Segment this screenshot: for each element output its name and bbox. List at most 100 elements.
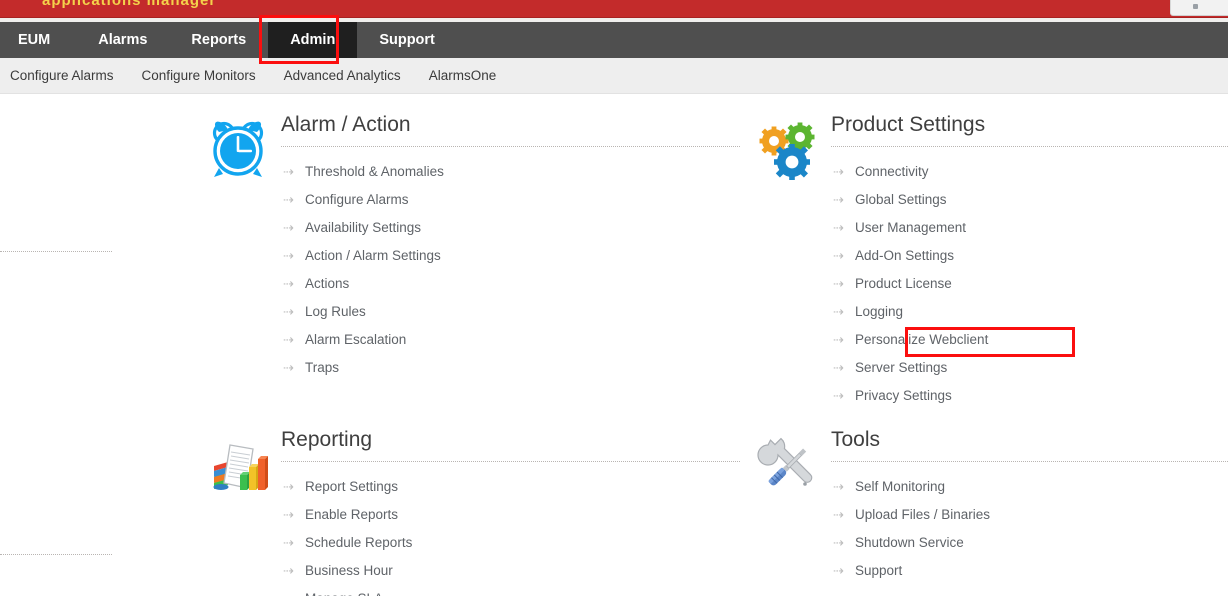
panel-title-alarm-action: Alarm / Action — [281, 113, 411, 136]
subnav-item-configure-monitors[interactable]: Configure Monitors — [128, 68, 270, 83]
admin-home-content: Alarm / Action ⇢ Threshold & Anomalies ⇢… — [0, 94, 1228, 596]
nav-item-label: Alarms — [98, 32, 148, 48]
tools-body: Tools ⇢ Self Monitoring ⇢ Upload Files /… — [831, 425, 1228, 584]
arrow-bullet-icon: ⇢ — [833, 359, 844, 375]
subnav-item-advanced-analytics[interactable]: Advanced Analytics — [270, 68, 415, 83]
nav-item-label: Reports — [191, 32, 247, 48]
link-global-settings[interactable]: ⇢ Global Settings — [831, 185, 1228, 213]
tools-link-list: ⇢ Self Monitoring ⇢ Upload Files / Binar… — [831, 466, 1228, 584]
arrow-bullet-icon: ⇢ — [833, 562, 844, 578]
link-user-management[interactable]: ⇢ User Management — [831, 213, 1228, 241]
link-personalize-webclient[interactable]: ⇢ Personalize Webclient — [831, 325, 1228, 353]
link-label: Self Monitoring — [855, 478, 946, 494]
panel-alarm-action: Alarm / Action ⇢ Threshold & Anomalies ⇢… — [0, 110, 740, 409]
alarm-action-link-list: ⇢ Threshold & Anomalies ⇢ Configure Alar… — [281, 151, 740, 381]
link-label: Alarm Escalation — [305, 331, 407, 347]
panel-divider — [831, 461, 1228, 462]
subnav-item-label: AlarmsOne — [428, 68, 497, 83]
link-label: Action / Alarm Settings — [305, 247, 441, 263]
arrow-bullet-icon: ⇢ — [833, 191, 844, 207]
browser-corner-panel — [1170, 0, 1228, 16]
arrow-bullet-icon: ⇢ — [283, 506, 294, 522]
link-report-settings[interactable]: ⇢ Report Settings — [281, 472, 740, 500]
alarm-clock-icon — [205, 118, 281, 190]
panel-tools: Tools ⇢ Self Monitoring ⇢ Upload Files /… — [740, 425, 1228, 596]
link-label: Personalize Webclient — [855, 331, 989, 347]
link-threshold-anomalies[interactable]: ⇢ Threshold & Anomalies — [281, 157, 740, 185]
link-schedule-reports[interactable]: ⇢ Schedule Reports — [281, 528, 740, 556]
arrow-bullet-icon: ⇢ — [283, 359, 294, 375]
nav-item-label: EUM — [18, 32, 51, 48]
link-logging[interactable]: ⇢ Logging — [831, 297, 1228, 325]
nav-item-admin[interactable]: Admin — [268, 22, 358, 58]
arrow-bullet-icon: ⇢ — [283, 191, 294, 207]
nav-item-label: Admin — [290, 32, 336, 48]
link-label: User Management — [855, 219, 967, 235]
link-log-rules[interactable]: ⇢ Log Rules — [281, 297, 740, 325]
nav-item-reports[interactable]: Reports — [169, 22, 268, 58]
brand-bar: applications manager — [0, 0, 1228, 18]
subnav-item-configure-alarms[interactable]: Configure Alarms — [0, 68, 128, 83]
link-upload-files-binaries[interactable]: ⇢ Upload Files / Binaries — [831, 500, 1228, 528]
link-product-license[interactable]: ⇢ Product License — [831, 269, 1228, 297]
link-label: Enable Reports — [305, 506, 399, 522]
link-action-alarm-settings[interactable]: ⇢ Action / Alarm Settings — [281, 241, 740, 269]
product-logo-text: applications manager — [42, 0, 217, 9]
panel-row-bottom: Reporting ⇢ Report Settings ⇢ Enable Rep… — [0, 425, 1228, 596]
link-label: Report Settings — [305, 478, 399, 494]
product-settings-body: Product Settings ⇢ Connectivity ⇢ Global… — [831, 110, 1228, 409]
panel-reporting: Reporting ⇢ Report Settings ⇢ Enable Rep… — [0, 425, 740, 596]
subnav-item-label: Configure Monitors — [141, 68, 256, 83]
arrow-bullet-icon: ⇢ — [283, 534, 294, 550]
link-alarm-escalation[interactable]: ⇢ Alarm Escalation — [281, 325, 740, 353]
panel-row-top: Alarm / Action ⇢ Threshold & Anomalies ⇢… — [0, 110, 1228, 409]
link-business-hour[interactable]: ⇢ Business Hour — [281, 556, 740, 584]
arrow-bullet-icon: ⇢ — [833, 247, 844, 263]
link-label: Connectivity — [855, 163, 929, 179]
link-label: Privacy Settings — [855, 387, 952, 403]
arrow-bullet-icon: ⇢ — [283, 247, 294, 263]
subnav-item-label: Configure Alarms — [10, 68, 114, 83]
panel-title-tools: Tools — [831, 428, 881, 451]
nav-item-eum[interactable]: EUM — [0, 22, 76, 58]
link-configure-alarms[interactable]: ⇢ Configure Alarms — [281, 185, 740, 213]
arrow-bullet-icon: ⇢ — [283, 219, 294, 235]
link-label: Actions — [305, 275, 350, 291]
link-shutdown-service[interactable]: ⇢ Shutdown Service — [831, 528, 1228, 556]
link-manage-sla[interactable]: ⇢ Manage SLA — [281, 584, 740, 596]
panel-divider — [831, 146, 1228, 147]
arrow-bullet-icon: ⇢ — [833, 275, 844, 291]
product-settings-link-list: ⇢ Connectivity ⇢ Global Settings ⇢ User … — [831, 151, 1228, 409]
arrow-bullet-icon: ⇢ — [283, 303, 294, 319]
link-label: Availability Settings — [305, 219, 422, 235]
panel-product-settings: Product Settings ⇢ Connectivity ⇢ Global… — [740, 110, 1228, 409]
link-label: Server Settings — [855, 359, 948, 375]
link-server-settings[interactable]: ⇢ Server Settings — [831, 353, 1228, 381]
nav-item-support[interactable]: Support — [357, 22, 457, 58]
link-label: Manage SLA — [305, 591, 383, 596]
arrow-bullet-icon: ⇢ — [833, 331, 844, 347]
link-connectivity[interactable]: ⇢ Connectivity — [831, 157, 1228, 185]
link-label: Log Rules — [305, 303, 366, 319]
link-label: Add-On Settings — [855, 247, 955, 263]
link-availability-settings[interactable]: ⇢ Availability Settings — [281, 213, 740, 241]
subnav-item-label: Advanced Analytics — [283, 68, 401, 83]
subnav-item-alarmsone[interactable]: AlarmsOne — [415, 68, 511, 83]
wrench-screwdriver-icon — [755, 433, 831, 505]
link-actions[interactable]: ⇢ Actions — [281, 269, 740, 297]
link-support[interactable]: ⇢ Support — [831, 556, 1228, 584]
sub-navigation-bar: Configure Alarms Configure Monitors Adva… — [0, 58, 1228, 94]
link-enable-reports[interactable]: ⇢ Enable Reports — [281, 500, 740, 528]
link-add-on-settings[interactable]: ⇢ Add-On Settings — [831, 241, 1228, 269]
link-traps[interactable]: ⇢ Traps — [281, 353, 740, 381]
arrow-bullet-icon: ⇢ — [833, 303, 844, 319]
arrow-bullet-icon: ⇢ — [833, 506, 844, 522]
reporting-body: Reporting ⇢ Report Settings ⇢ Enable Rep… — [281, 425, 740, 596]
arrow-bullet-icon: ⇢ — [833, 478, 844, 494]
link-label: Shutdown Service — [855, 534, 964, 550]
nav-item-alarms[interactable]: Alarms — [76, 22, 169, 58]
arrow-bullet-icon: ⇢ — [283, 478, 294, 494]
link-privacy-settings[interactable]: ⇢ Privacy Settings — [831, 381, 1228, 409]
arrow-bullet-icon: ⇢ — [833, 163, 844, 179]
link-self-monitoring[interactable]: ⇢ Self Monitoring — [831, 472, 1228, 500]
